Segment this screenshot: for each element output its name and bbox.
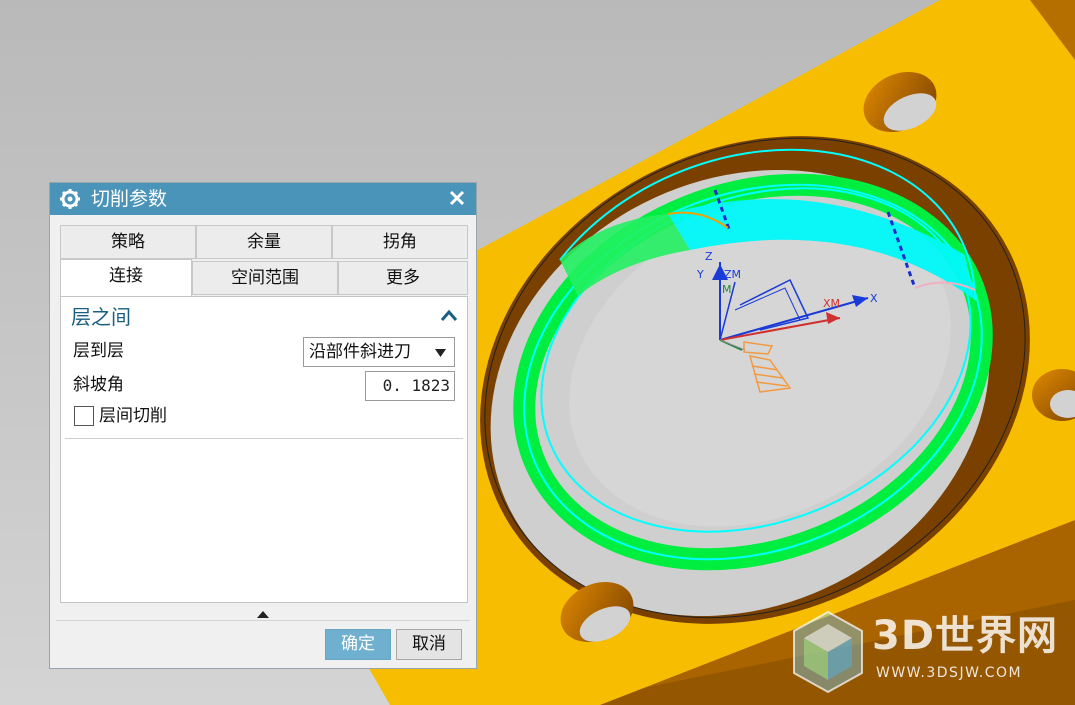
section-title: 层之间 [71, 305, 131, 329]
ramp-angle-input[interactable]: 0. 1823 [365, 371, 455, 401]
tab-corners[interactable]: 拐角 [332, 225, 468, 259]
gear-icon [60, 189, 80, 209]
svg-text:X: X [870, 292, 878, 305]
svg-text:XM: XM [823, 297, 840, 310]
svg-text:Z: Z [705, 250, 713, 263]
dropdown-caret-icon [435, 349, 446, 357]
tab-containment[interactable]: 空间范围 [192, 261, 338, 295]
layer-to-layer-dropdown[interactable]: 沿部件斜进刀 [303, 337, 455, 367]
expand-arrow-icon[interactable] [257, 611, 269, 618]
cut-parameters-dialog[interactable]: 切削参数 策略 余量 拐角 连接 空间范围 更多 层之间 层到层 沿部件斜进刀 … [49, 182, 477, 669]
tab-more[interactable]: 更多 [338, 261, 468, 295]
svg-text:Y: Y [696, 268, 704, 281]
between-layers-cut-label[interactable]: 层间切削 [99, 404, 167, 428]
3dsjw-logo-icon [793, 610, 863, 694]
layer-to-layer-label: 层到层 [73, 341, 124, 361]
tab-content-panel: 层之间 层到层 沿部件斜进刀 斜坡角 0. 1823 层间切削 [60, 296, 468, 603]
cancel-button[interactable]: 取消 [396, 629, 462, 660]
tab-stock[interactable]: 余量 [196, 225, 332, 259]
close-icon[interactable] [446, 187, 468, 209]
watermark: 3D世界网 WWW.3DSJW.COM [790, 608, 1070, 698]
footer-divider [56, 620, 470, 621]
dialog-titlebar[interactable]: 切削参数 [50, 183, 476, 215]
dialog-title: 切削参数 [91, 188, 168, 210]
between-layers-cut-checkbox[interactable] [74, 406, 94, 426]
layer-to-layer-value: 沿部件斜进刀 [309, 342, 411, 362]
collapse-up-icon[interactable] [439, 307, 459, 323]
svg-text:M: M [722, 283, 732, 296]
watermark-brand: 3D世界网 [872, 613, 1059, 659]
divider [65, 438, 463, 439]
ramp-angle-label: 斜坡角 [73, 375, 124, 395]
watermark-url: WWW.3DSJW.COM [876, 665, 1023, 681]
tab-connections[interactable]: 连接 [60, 259, 192, 297]
svg-text:ZM: ZM [724, 268, 741, 281]
ok-button[interactable]: 确定 [325, 629, 391, 660]
tab-strategy[interactable]: 策略 [60, 225, 196, 259]
